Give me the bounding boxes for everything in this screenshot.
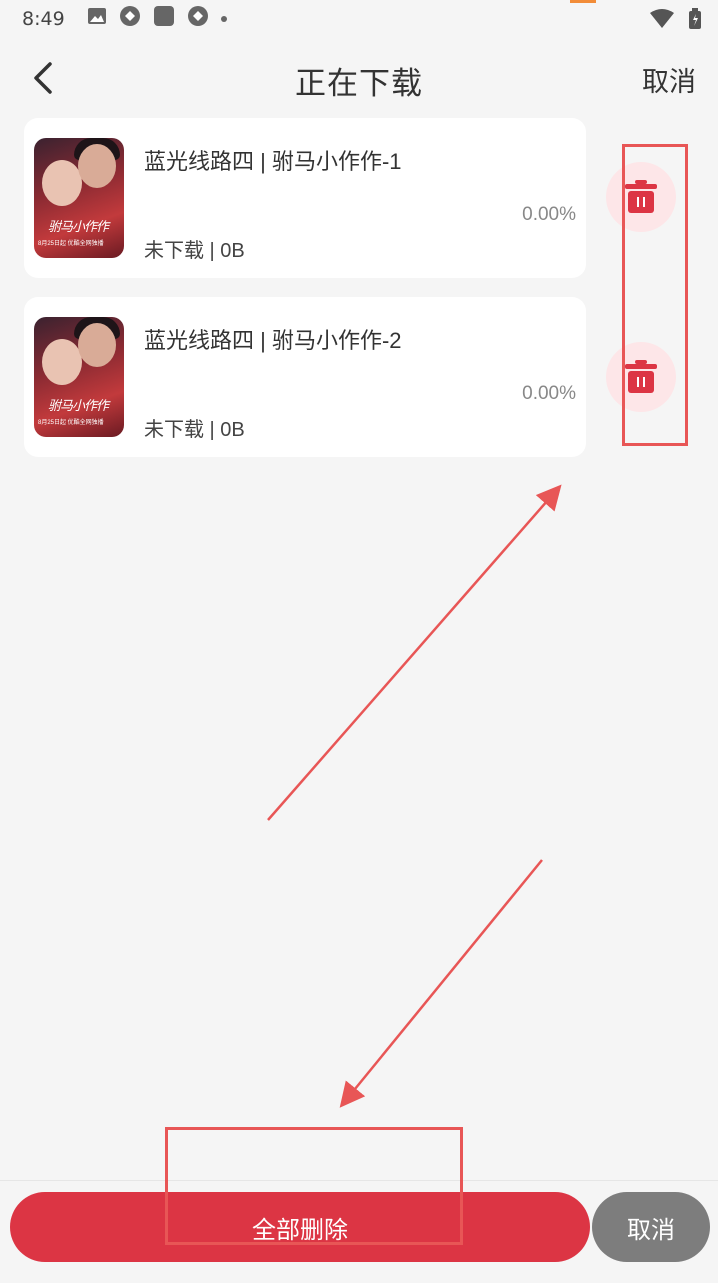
thumbnail-caption: 8月25日起 优酷全网独播 [38, 241, 104, 247]
video-thumbnail: 驸马小作作 8月25日起 优酷全网独播 [34, 138, 124, 258]
app-icon [187, 5, 209, 33]
download-status: 未下载 | 0B [144, 419, 245, 441]
status-time: 8:49 [22, 8, 65, 30]
download-item[interactable]: 驸马小作作 8月25日起 优酷全网独播 蓝光线路四 | 驸马小作作-2 0.00… [24, 297, 586, 457]
bottom-cancel-button[interactable]: 取消 [592, 1192, 710, 1262]
thumbnail-calligraphy: 驸马小作作 [48, 220, 109, 235]
download-progress: 0.00% [522, 204, 576, 225]
download-progress: 0.00% [522, 383, 576, 404]
status-notification-icons [87, 5, 227, 33]
wifi-icon [650, 9, 674, 35]
annotation-highlight-delete-all [165, 1127, 463, 1245]
status-right-icons [650, 8, 702, 36]
battery-icon [688, 8, 702, 36]
header-cancel-button[interactable]: 取消 [642, 60, 696, 99]
annotation-arrow-down [339, 859, 543, 1108]
thumbnail-caption: 8月25日起 优酷全网独播 [38, 420, 104, 426]
annotation-arrow-up [267, 484, 562, 821]
download-title: 蓝光线路四 | 驸马小作作-2 [144, 328, 402, 353]
app-icon [119, 5, 141, 33]
download-status: 未下载 | 0B [144, 240, 245, 262]
dot-icon [220, 16, 227, 22]
thumbnail-calligraphy: 驸马小作作 [48, 399, 109, 414]
download-title: 蓝光线路四 | 驸马小作作-1 [144, 149, 402, 174]
square-icon [153, 5, 175, 33]
annotation-highlight-delete-icons [622, 144, 688, 446]
top-nav: 正在下载 取消 [0, 46, 718, 110]
image-icon [87, 6, 107, 32]
status-bar: 8:49 [0, 0, 718, 38]
download-item[interactable]: 驸马小作作 8月25日起 优酷全网独播 蓝光线路四 | 驸马小作作-1 0.00… [24, 118, 586, 278]
page-title: 正在下载 [295, 66, 423, 101]
video-thumbnail: 驸马小作作 8月25日起 优酷全网独播 [34, 317, 124, 437]
